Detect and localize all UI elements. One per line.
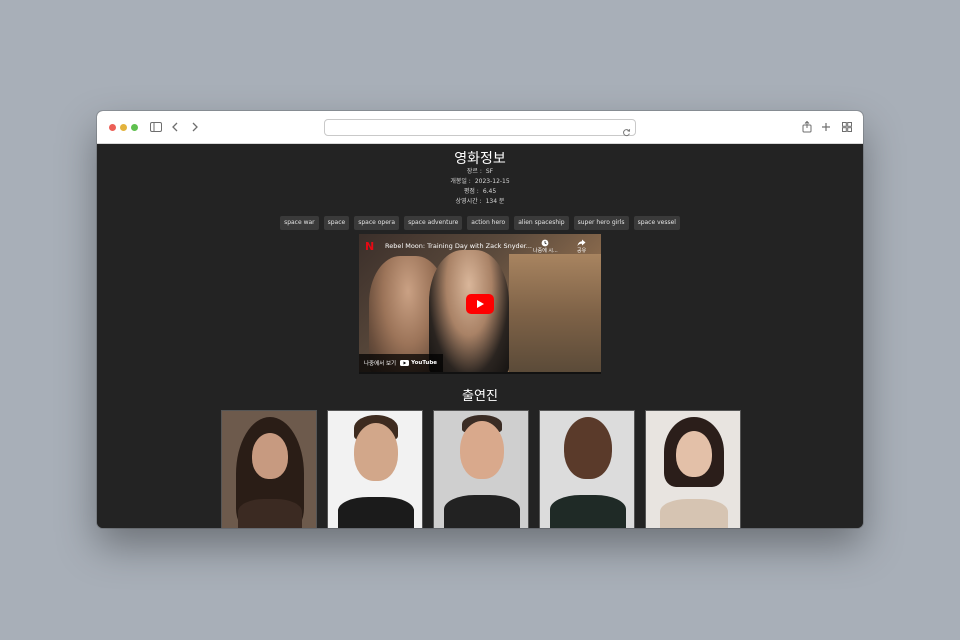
- info-rating-value: 6.45: [482, 188, 497, 195]
- back-icon[interactable]: [168, 120, 182, 134]
- video-progress-bar: [359, 372, 601, 374]
- tag-action-hero[interactable]: action hero: [467, 216, 510, 230]
- share-label: 공유: [577, 248, 587, 254]
- browser-toolbar: [97, 111, 863, 144]
- share-control[interactable]: 공유: [577, 238, 586, 254]
- info-rating-label: 평점 :: [463, 188, 479, 195]
- forward-icon[interactable]: [188, 120, 202, 134]
- watch-later-label: 나중에 시...: [533, 248, 558, 254]
- page-content: 영화정보 장르 : SF 개봉일 :2023-12-15 평점 :6.45 상영시…: [97, 144, 863, 528]
- tag-space[interactable]: space: [323, 216, 350, 230]
- share-arrow-icon: [577, 238, 586, 247]
- info-release-value: 2023-12-15: [474, 178, 510, 185]
- browser-window: 영화정보 장르 : SF 개봉일 :2023-12-15 평점 :6.45 상영시…: [97, 111, 863, 528]
- share-icon[interactable]: [800, 120, 814, 134]
- cast-card-5[interactable]: [645, 410, 741, 528]
- cast-card-3[interactable]: [433, 410, 529, 528]
- watch-later-control[interactable]: 나중에 시...: [533, 238, 558, 254]
- close-window-button[interactable]: [109, 124, 116, 131]
- youtube-icon: [400, 360, 410, 366]
- cast-card-1[interactable]: [221, 410, 317, 528]
- cast-section-title: 출연진: [462, 389, 498, 404]
- minimize-window-button[interactable]: [120, 124, 127, 131]
- address-bar[interactable]: [324, 119, 636, 137]
- maximize-window-button[interactable]: [131, 124, 138, 131]
- info-genre-value: SF: [485, 168, 494, 175]
- video-scene-background: [509, 254, 601, 374]
- netflix-logo[interactable]: N: [365, 240, 375, 253]
- watch-on-youtube-bar[interactable]: 나중에서 보기 YouTube: [359, 354, 443, 372]
- tag-space-adventure[interactable]: space adventure: [404, 216, 463, 230]
- tab-overview-icon[interactable]: [840, 120, 854, 134]
- info-genre-label: 장르 :: [466, 168, 482, 175]
- play-icon: [477, 300, 484, 308]
- info-runtime: 상영시간 :134 분: [97, 196, 863, 205]
- info-release-date: 개봉일 :2023-12-15: [97, 176, 863, 185]
- tag-space-vessel[interactable]: space vessel: [633, 216, 680, 230]
- info-runtime-value: 134 분: [485, 198, 505, 205]
- page-title: 영화정보: [454, 151, 506, 167]
- tag-alien-spaceship[interactable]: alien spaceship: [514, 216, 569, 230]
- watch-on-label: 나중에서 보기: [364, 361, 397, 367]
- reload-icon[interactable]: [622, 122, 631, 141]
- tag-space-opera[interactable]: space opera: [354, 216, 400, 230]
- tag-space-war[interactable]: space war: [280, 216, 319, 230]
- youtube-label: YouTube: [411, 360, 438, 366]
- cast-list: [221, 410, 741, 528]
- keyword-tags: space war space space opera space advent…: [97, 216, 863, 230]
- tag-super-hero-girls[interactable]: super hero girls: [573, 216, 629, 230]
- video-title[interactable]: Rebel Moon: Training Day with Zack Snyde…: [385, 242, 532, 250]
- cast-card-2[interactable]: [327, 410, 423, 528]
- info-genre: 장르 : SF: [97, 166, 863, 175]
- trailer-video-player[interactable]: N Rebel Moon: Training Day with Zack Sny…: [359, 234, 601, 374]
- youtube-logo: YouTube: [400, 360, 437, 366]
- clock-icon: [541, 238, 550, 247]
- sidebar-toggle-icon[interactable]: [149, 120, 163, 134]
- info-runtime-label: 상영시간 :: [455, 198, 482, 205]
- new-tab-icon[interactable]: [819, 120, 833, 134]
- info-release-label: 개봉일 :: [450, 178, 471, 185]
- info-rating: 평점 :6.45: [97, 186, 863, 195]
- play-button[interactable]: [466, 294, 494, 314]
- cast-card-4[interactable]: [539, 410, 635, 528]
